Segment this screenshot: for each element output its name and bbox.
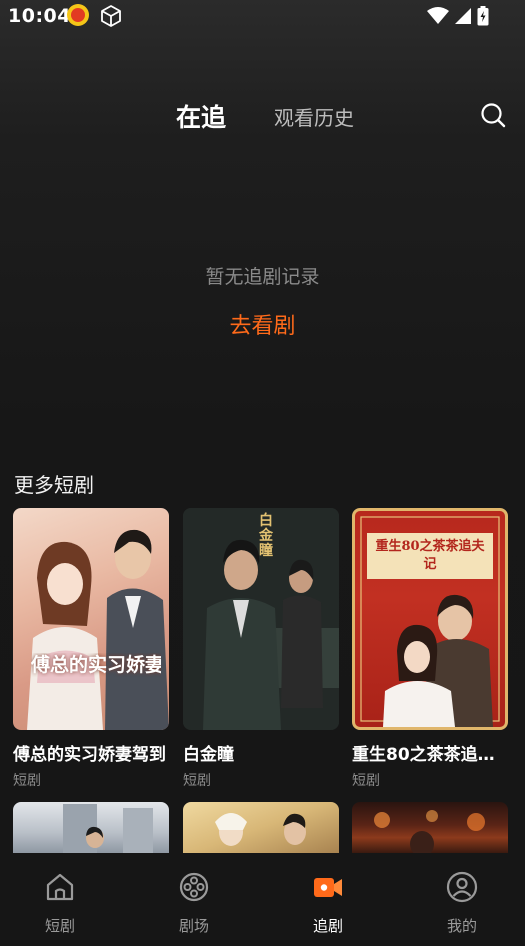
drama-poster[interactable]: 傅总的实习娇妻驾到 xyxy=(13,508,169,730)
drama-poster[interactable]: 白金瞳 xyxy=(183,508,339,730)
drama-category: 短剧 xyxy=(13,773,41,789)
wifi-icon xyxy=(427,7,449,24)
nav-item-short-dramas[interactable]: 短剧 xyxy=(0,853,120,946)
drama-category: 短剧 xyxy=(183,773,211,789)
nav-item-following[interactable]: 追剧 xyxy=(268,853,388,946)
signal-icon xyxy=(455,8,471,24)
nav-item-profile[interactable]: 我的 xyxy=(402,853,522,946)
status-right xyxy=(427,6,489,26)
nav-item-theater[interactable]: 剧场 xyxy=(134,853,254,946)
drama-poster[interactable] xyxy=(13,802,169,853)
poster-art xyxy=(27,529,169,730)
profile-icon xyxy=(446,871,478,903)
poster-art xyxy=(63,804,153,853)
film-reel-icon xyxy=(179,872,209,902)
drama-card[interactable]: 傅总的实习娇妻驾到 傅总的实习娇妻驾到 短剧 xyxy=(13,508,169,790)
empty-state-message: 暂无追剧记录 xyxy=(205,266,320,288)
poster-art xyxy=(215,813,306,846)
nav-label: 短剧 xyxy=(44,917,75,935)
nav-label: 追剧 xyxy=(312,917,343,935)
drama-card[interactable] xyxy=(352,802,508,853)
drama-card[interactable]: 白金瞳 白金瞳 短剧 xyxy=(183,508,339,790)
drama-title: 傅总的实习娇妻驾到 xyxy=(13,745,166,765)
drama-category: 短剧 xyxy=(352,773,380,789)
poster-title-text: 重生80之茶茶追夫记 xyxy=(375,539,485,572)
drama-poster[interactable] xyxy=(183,802,339,853)
poster-art xyxy=(374,810,485,853)
status-time: 10:04 xyxy=(8,5,71,27)
top-tabs: 在追 观看历史 xyxy=(0,96,525,136)
poster-title-text: 白金瞳 xyxy=(259,513,273,559)
drama-card[interactable] xyxy=(13,802,169,853)
tab-following[interactable]: 在追 xyxy=(176,98,226,134)
tab-watch-history[interactable]: 观看历史 xyxy=(274,102,354,131)
nav-label: 剧场 xyxy=(178,917,209,935)
drama-card[interactable]: 重生80之茶茶追夫记 重生80之茶茶追夫记 短剧 xyxy=(352,508,508,790)
home-icon xyxy=(46,873,74,901)
drama-title: 重生80之茶茶追夫记 xyxy=(352,745,508,765)
poster-title-text: 傅总的实习娇妻驾到 xyxy=(31,654,161,676)
section-title: 更多短剧 xyxy=(14,473,94,497)
drama-card[interactable] xyxy=(183,802,339,853)
box-icon xyxy=(101,5,121,27)
search-icon[interactable] xyxy=(479,101,507,129)
video-camera-icon xyxy=(314,878,342,897)
nav-label: 我的 xyxy=(446,917,477,935)
bottom-nav: 短剧 剧场 追剧 我的 xyxy=(0,853,525,946)
drama-title: 白金瞳 xyxy=(183,745,234,765)
drama-poster[interactable] xyxy=(352,802,508,853)
go-watch-button[interactable]: 去看剧 xyxy=(0,308,525,340)
status-bar: 10:04 xyxy=(0,0,525,34)
battery-icon xyxy=(477,6,489,26)
drama-poster[interactable]: 重生80之茶茶追夫记 xyxy=(352,508,508,730)
app-notification-icon xyxy=(67,4,89,26)
